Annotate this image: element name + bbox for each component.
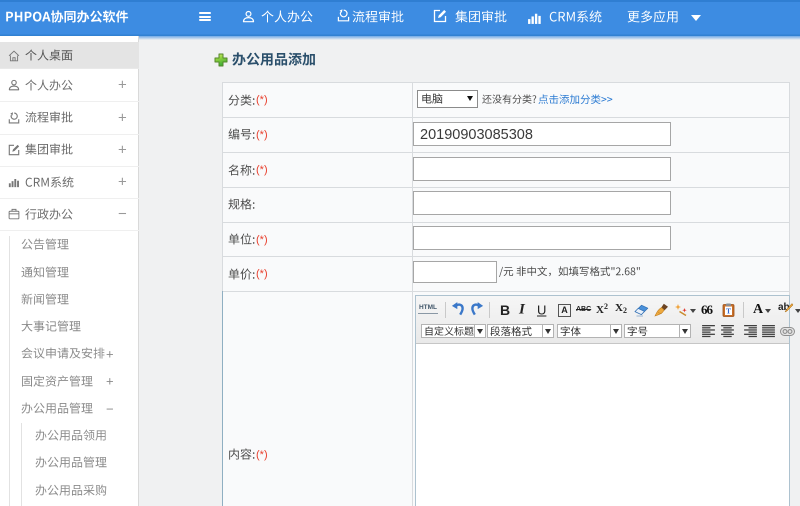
svg-text:T: T	[726, 307, 731, 316]
